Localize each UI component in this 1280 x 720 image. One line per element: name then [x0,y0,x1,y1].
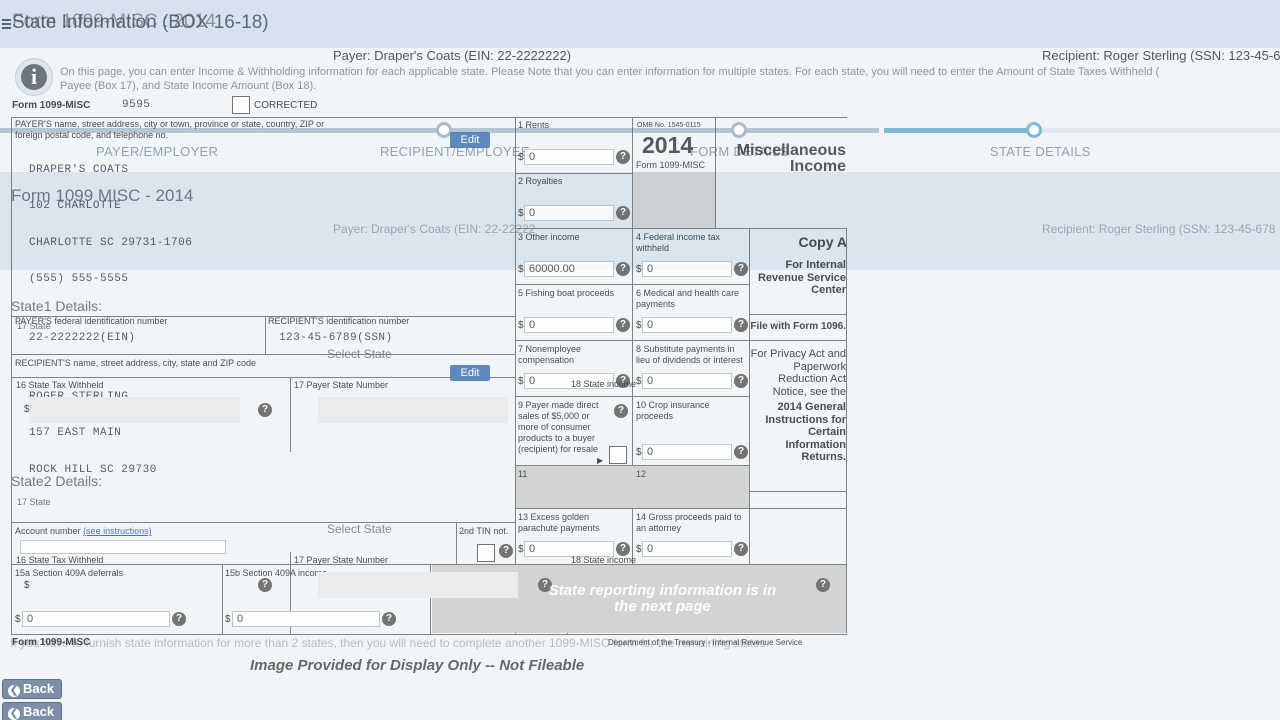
second-tin-label: 2nd TIN not. [459,526,509,536]
recipient-id: 123-45-6789(SSN) [279,332,393,344]
box6-label: 6 Medical and health care payments [636,288,740,309]
box5-label: 5 Fishing boat proceeds [518,288,615,298]
help-icon[interactable]: ? [616,542,630,556]
form-small-label: Form 1099-MISC [636,160,706,170]
box10-input[interactable]: 0 [642,444,732,460]
state1-income-label: 18 State income [571,379,637,389]
box5-input[interactable]: 0 [524,317,614,333]
box8-input[interactable]: 0 [642,373,732,389]
footer-form-label: Form 1099-MISC [12,637,91,648]
box1-input[interactable]: 0 [524,149,614,165]
footer-dept: Department of the Treasury - Internal Re… [608,638,803,647]
help-icon[interactable]: ? [734,542,748,556]
account-number-input[interactable] [20,540,226,554]
recipient-name-label: RECIPIENT'S name, street address, city, … [15,358,256,368]
box2-label: 2 Royalties [518,176,563,186]
edit-recipient-button[interactable]: Edit [450,365,490,381]
edit-payer-button[interactable]: Edit [450,132,490,148]
help-icon[interactable]: ? [616,262,630,276]
play-icon: ▶ [597,456,604,465]
payer-box-label: PAYER'S name, street address, city or to… [15,119,325,140]
help-icon[interactable]: ? [734,318,748,332]
box1-label: 1 Rents [518,120,550,130]
help-icon[interactable]: ? [734,374,748,388]
box6-input[interactable]: 0 [642,317,732,333]
help-icon[interactable]: ? [616,206,630,220]
recipient-city: ROCK HILL SC 29730 [29,464,157,476]
file-with-note: File with Form 1096. [750,321,846,332]
form-title: Miscellaneous Income [736,142,846,175]
payer-city: CHARLOTTE SC 29731-1706 [29,237,193,249]
state1-payer-number-input[interactable] [318,397,508,423]
corrected-checkbox[interactable] [232,96,250,114]
box13-label: 13 Excess golden parachute payments [518,512,600,533]
help-icon[interactable]: ? [616,150,630,164]
state1-state-label: 17 State [17,321,51,331]
state2-state-label: 17 State [17,497,51,507]
state1-tax-withheld-label: 16 State Tax Withheld [16,380,104,390]
form-top-title: Form 1099-MISC : 2014 [12,11,216,32]
privacy-note: For Privacy Act and Paperwork Reduction … [750,348,846,398]
help-icon[interactable]: ? [258,403,272,417]
box11-label: 11 [518,469,528,479]
help-icon[interactable]: ? [816,578,830,592]
box9-label: 9 Payer made direct sales of $5,000 or m… [518,400,599,454]
payer-name: DRAPER'S COATS [29,164,129,176]
payer-street: 102 CHARLOTTE [29,200,122,212]
account-number-label: Account number (see instructions) [15,526,152,536]
help-icon[interactable]: ? [734,445,748,459]
help-icon[interactable]: ? [382,612,396,626]
box14-input[interactable]: 0 [642,541,732,557]
display-only-disclaimer: Image Provided for Display Only -- Not F… [250,657,585,674]
omb-number: OMB No. 1545-0115 [637,122,701,129]
state2-income-label: 18 State income [571,555,637,565]
box12-label: 12 [636,469,647,479]
see-instructions-link[interactable]: (see instructions) [83,526,152,536]
box4-label: 4 Federal income tax withheld [636,232,721,253]
corrected-label: CORRECTED [254,100,318,111]
state2-payer-number-label: 17 Payer State Number [294,555,389,565]
state1-payer-number-label: 17 Payer State Number [294,380,389,390]
box4-input[interactable]: 0 [642,261,732,277]
recipient-id-label: RECIPIENT'S identification number [268,316,410,326]
general-instructions-note: 2014 General Instructions for Certain In… [765,401,846,463]
form-number: 9595 [122,99,151,111]
box3-input[interactable]: 60000.00 [524,261,614,277]
for-irs-note: For Internal Revenue Service Center [757,259,846,296]
help-icon[interactable]: ? [258,578,272,592]
box8-label: 8 Substitute payments in lieu of dividen… [636,344,744,365]
help-icon[interactable]: ? [499,544,513,558]
box7-label: 7 Nonemployee compensation [518,344,582,365]
form-label: Form 1099-MISC [12,100,91,111]
box10-label: 10 Crop insurance proceeds [636,400,710,421]
state-next-page-note: State reporting information is in the ne… [548,582,777,615]
second-tin-checkbox[interactable] [477,544,495,562]
help-icon[interactable]: ? [172,612,186,626]
help-icon[interactable]: ? [614,404,628,418]
box15b-label: 15b Section 409A income [225,568,328,578]
box14-label: 14 Gross proceeds paid to an attorney [636,512,742,533]
help-icon[interactable]: ? [734,262,748,276]
payer-phone: (555) 555-5555 [29,273,129,285]
copy-a-label: Copy A [798,234,847,250]
state2-payer-number-input[interactable] [318,572,518,598]
box15a-label: 15a Section 409A deferrals [15,568,124,578]
box9-checkbox[interactable] [609,446,627,464]
box15b-input[interactable]: 0 [232,611,380,627]
state1-tax-withheld-input[interactable] [30,397,240,423]
help-icon[interactable]: ? [616,318,630,332]
box3-label: 3 Other income [518,232,580,242]
box15a-input[interactable]: 0 [22,611,170,627]
recipient-street: 157 EAST MAIN [29,427,122,439]
state2-tax-withheld-label: 16 State Tax Withheld [16,555,104,565]
form-1099-misc-preview: Form 1099-MISC : 2014 Form 1099-MISC 959… [11,11,847,674]
box2-input[interactable]: 0 [524,205,614,221]
payer-fed-id: 22-2222222(EIN) [29,332,136,344]
form-year: 2014 [642,132,694,158]
